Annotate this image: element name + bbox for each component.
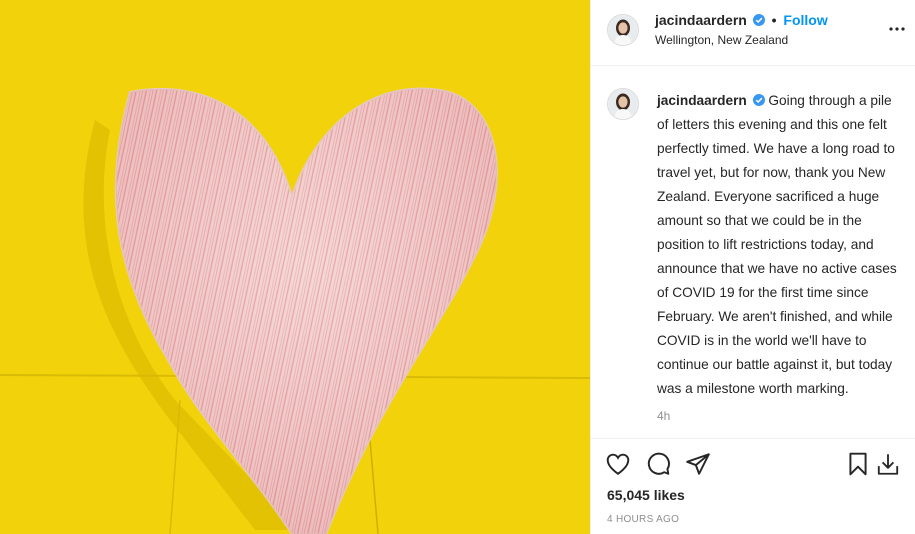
avatar[interactable] [607, 88, 639, 120]
download-icon[interactable] [875, 451, 903, 479]
relative-timestamp[interactable]: 4h [657, 409, 670, 423]
bookmark-icon[interactable] [845, 451, 873, 479]
verified-badge-icon [752, 13, 765, 26]
post-caption: jacindaardern Going through a pile of le… [657, 89, 902, 401]
verified-badge-icon [752, 90, 765, 106]
avatar[interactable] [607, 14, 639, 46]
paper-plane-icon[interactable] [685, 451, 713, 479]
heart-outline-icon[interactable] [605, 451, 633, 479]
comment-bubble-icon[interactable] [645, 451, 673, 479]
post-header: jacindaardern • Follow Wellington, New Z… [591, 0, 915, 66]
post-timestamp[interactable]: 4 HOURS AGO [607, 514, 679, 525]
caption-text: Going through a pile of letters this eve… [657, 93, 897, 396]
post-photo[interactable] [0, 0, 590, 534]
more-options-icon[interactable] [886, 18, 908, 40]
like-count[interactable]: 65,045 likes [607, 487, 685, 503]
heart-artwork [0, 0, 590, 534]
post-actions: 65,045 likes 4 HOURS AGO [591, 438, 915, 534]
separator-dot: • [771, 12, 777, 28]
location-link[interactable]: Wellington, New Zealand [655, 33, 788, 47]
caption-section: jacindaardern Going through a pile of le… [591, 66, 915, 434]
username-link[interactable]: jacindaardern [655, 12, 747, 28]
caption-username[interactable]: jacindaardern [657, 93, 747, 108]
follow-button[interactable]: Follow [783, 12, 827, 28]
post-sidebar: jacindaardern • Follow Wellington, New Z… [590, 0, 915, 534]
